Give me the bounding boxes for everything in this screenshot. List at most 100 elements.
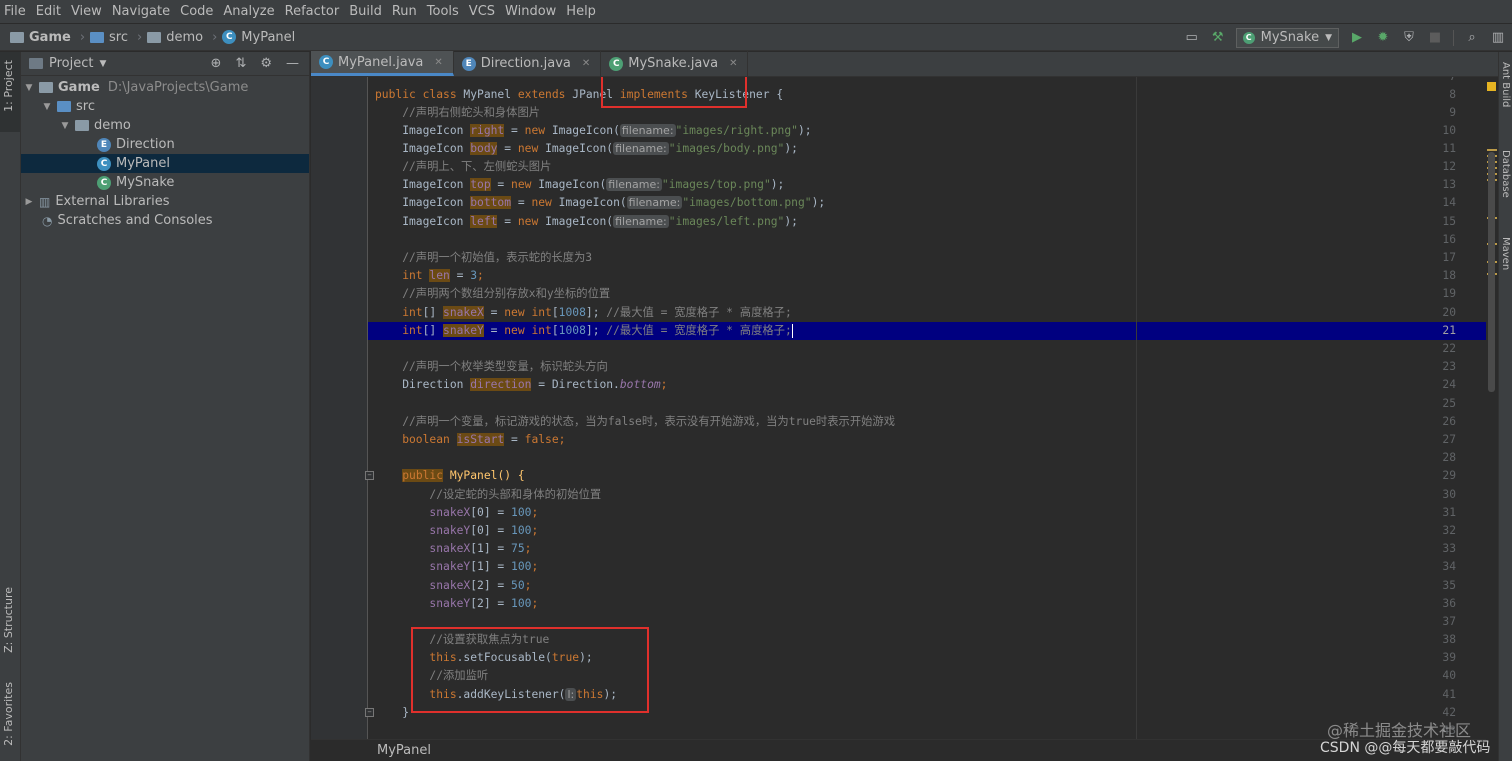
code-token: ImageIcon( xyxy=(538,178,607,191)
code-token: ; xyxy=(524,579,532,592)
menu-code[interactable]: Code xyxy=(175,4,218,19)
breadcrumb-src[interactable]: src xyxy=(109,30,128,45)
tool-tab-structure[interactable]: Z: Structure xyxy=(2,587,15,653)
module-folder-icon xyxy=(39,82,53,93)
code-token: [ xyxy=(551,324,559,337)
inspection-status-icon[interactable] xyxy=(1487,82,1496,91)
editor-breadcrumb[interactable]: MyPanel xyxy=(311,739,1486,761)
tree-item-direction[interactable]: E Direction xyxy=(21,135,309,154)
code-token: [2] = xyxy=(470,597,512,610)
code-line: int[] snakeX = new int[1008]; //最大值 = 宽度… xyxy=(375,304,792,322)
tree-item-label: Direction xyxy=(116,137,175,152)
stop-icon[interactable]: ■ xyxy=(1427,30,1443,46)
menu-refactor[interactable]: Refactor xyxy=(280,4,345,19)
warning-marker[interactable] xyxy=(1487,149,1497,151)
code-string: "images/bottom.png" xyxy=(682,196,812,209)
tree-item-src[interactable]: ▼ src xyxy=(21,97,309,116)
menu-help[interactable]: Help xyxy=(561,4,601,19)
code-field: left xyxy=(470,215,498,228)
expand-arrow-icon[interactable]: ▼ xyxy=(60,121,70,131)
fold-marker-icon[interactable]: − xyxy=(365,708,374,717)
code-token: [1] = xyxy=(470,560,512,573)
dropdown-arrow-icon[interactable]: ▼ xyxy=(99,59,106,69)
menu-file[interactable]: File xyxy=(0,4,31,19)
watermark-csdn: CSDN @@每天都要敲代码 xyxy=(1320,740,1491,756)
code-number: 100 xyxy=(511,597,532,610)
tool-tab-project[interactable]: 1: Project xyxy=(2,60,15,112)
fold-marker-icon[interactable]: − xyxy=(365,471,374,480)
tab-direction[interactable]: E Direction.java ✕ xyxy=(454,51,602,76)
tool-tab-database[interactable]: Database xyxy=(1500,150,1511,198)
menu-view[interactable]: View xyxy=(66,4,107,19)
code-token: = xyxy=(490,178,512,191)
menu-tools[interactable]: Tools xyxy=(422,4,464,19)
code-number: 1008 xyxy=(558,324,586,337)
tool-tab-maven[interactable]: Maven xyxy=(1500,237,1511,270)
code-token: new xyxy=(531,196,559,209)
tree-item-demo[interactable]: ▼ demo xyxy=(21,116,309,135)
code-token: Direction xyxy=(375,378,471,391)
code-token: = xyxy=(449,269,471,282)
expand-arrow-icon[interactable]: ▼ xyxy=(42,102,52,112)
debug-icon[interactable]: ✹ xyxy=(1375,30,1391,46)
menu-window[interactable]: Window xyxy=(500,4,561,19)
code-line: snakeX[2] = 50; xyxy=(375,577,531,595)
close-icon[interactable]: ✕ xyxy=(729,58,737,69)
breadcrumb-file[interactable]: MyPanel xyxy=(241,30,295,45)
chevron-right-icon: › xyxy=(79,29,86,45)
tree-item-game[interactable]: ▼ Game D:\JavaProjects\Game xyxy=(21,78,309,97)
run-icon[interactable]: ▶ xyxy=(1349,30,1365,46)
window-icon[interactable]: ▭ xyxy=(1184,30,1200,46)
hide-icon[interactable]: — xyxy=(286,56,299,71)
code-token: ]; xyxy=(585,324,607,337)
tree-item-mypanel[interactable]: C MyPanel xyxy=(21,154,309,173)
run-configuration-select[interactable]: C MySnake ▼ xyxy=(1235,27,1339,48)
locate-icon[interactable]: ⊕ xyxy=(211,56,222,71)
tab-mypanel[interactable]: C MyPanel.java ✕ xyxy=(311,51,454,76)
hammer-build-icon[interactable]: ⚒ xyxy=(1210,30,1226,46)
code-token: int xyxy=(375,306,423,319)
code-token: ImageIcon( xyxy=(558,196,627,209)
gear-icon[interactable]: ⚙ xyxy=(260,56,272,71)
close-icon[interactable]: ✕ xyxy=(434,57,442,68)
menu-build[interactable]: Build xyxy=(344,4,387,19)
parameter-hint: filename: xyxy=(606,178,662,191)
menu-analyze[interactable]: Analyze xyxy=(218,4,279,19)
tool-tab-favorites[interactable]: 2: Favorites xyxy=(2,682,15,746)
expand-arrow-icon[interactable]: ▼ xyxy=(24,83,34,93)
tree-item-mysnake[interactable]: C MySnake xyxy=(21,173,309,192)
menu-run[interactable]: Run xyxy=(387,4,422,19)
run-config-label: MySnake xyxy=(1260,30,1320,45)
tree-item-label: Game xyxy=(58,80,100,95)
layout-icon[interactable]: ▥ xyxy=(1490,30,1506,46)
project-panel-title[interactable]: Project xyxy=(49,56,93,71)
close-icon[interactable]: ✕ xyxy=(582,58,590,69)
tab-mysnake[interactable]: C MySnake.java ✕ xyxy=(601,51,749,76)
search-icon[interactable]: ⌕ xyxy=(1464,30,1480,46)
code-comment: //声明一个枚举类型变量，标识蛇头方向 xyxy=(375,360,608,373)
tree-item-external-libraries[interactable]: ▶ ▥ External Libraries xyxy=(21,192,309,211)
left-tool-stripe: 1: Project Z: Structure 2: Favorites xyxy=(0,52,21,761)
code-number: 100 xyxy=(511,506,532,519)
line-number: 32 xyxy=(1442,524,1456,537)
line-number: 21 xyxy=(1442,324,1456,337)
breadcrumb-package[interactable]: demo xyxy=(166,30,203,45)
code-comment: //声明一个变量，标记游戏的状态，当为false时，表示没有开始游戏，当为tru… xyxy=(375,415,896,428)
line-number: 36 xyxy=(1442,597,1456,610)
code-editor[interactable]: 7 8 9 10 11 12 13 14 15 16 17 18 19 20 2… xyxy=(311,77,1486,739)
coverage-icon[interactable]: ⛨ xyxy=(1401,30,1417,46)
code-token: [] xyxy=(422,306,444,319)
menu-navigate[interactable]: Navigate xyxy=(107,4,175,19)
tool-tab-ant-build[interactable]: Ant Build xyxy=(1500,62,1511,107)
class-icon: C xyxy=(222,30,237,44)
collapse-icon[interactable]: ⇅ xyxy=(235,56,246,71)
breadcrumb-project[interactable]: Game xyxy=(29,30,71,45)
code-number: 1008 xyxy=(558,306,586,319)
tree-item-scratches[interactable]: ◔ Scratches and Consoles xyxy=(21,211,309,230)
menu-vcs[interactable]: VCS xyxy=(464,4,500,19)
collapse-arrow-icon[interactable]: ▶ xyxy=(24,197,34,207)
menu-edit[interactable]: Edit xyxy=(31,4,66,19)
vertical-scrollbar[interactable] xyxy=(1488,152,1495,392)
code-line: Direction direction = Direction.bottom; xyxy=(375,376,667,394)
line-number: 11 xyxy=(1442,142,1456,155)
